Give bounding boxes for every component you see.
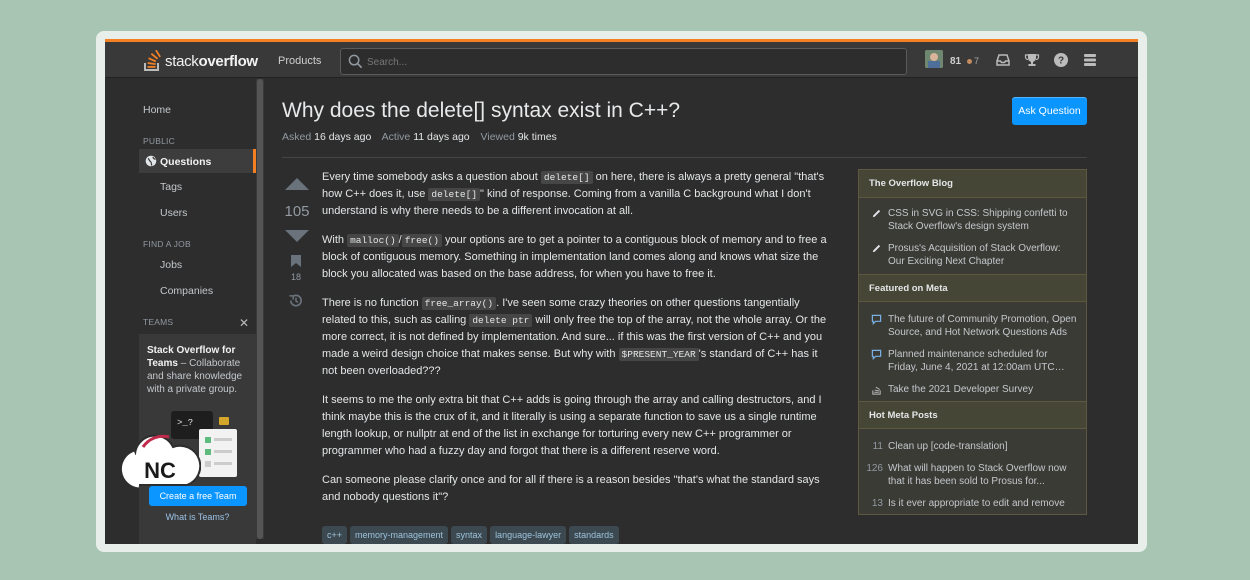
- upvote-arrow-icon[interactable]: [285, 178, 309, 190]
- question-tags: c++ memory-management syntax language-la…: [322, 526, 619, 544]
- what-is-teams-link[interactable]: What is Teams?: [139, 512, 256, 522]
- bronze-badge-icon: [967, 59, 972, 64]
- asked-label: Asked: [282, 131, 312, 143]
- stackoverflow-logo-icon: [144, 50, 161, 71]
- meta-item[interactable]: The future of Community Promotion, Open …: [859, 313, 1086, 339]
- logo-text: stackoverflow: [165, 52, 258, 70]
- meta-widget-title: Featured on Meta: [859, 274, 1086, 302]
- top-bar: stackoverflow Products 81 7: [105, 42, 1138, 78]
- sidebar-scrollbar[interactable]: [256, 79, 264, 539]
- globe-icon: [145, 155, 157, 167]
- nav-jobs[interactable]: Jobs: [160, 259, 182, 271]
- hot-meta-item[interactable]: 126 What will happen to Stack Overflow n…: [859, 462, 1086, 488]
- inline-code: delete[]: [540, 171, 593, 184]
- meta-item[interactable]: Planned maintenance scheduled for Friday…: [859, 348, 1086, 374]
- nav-home[interactable]: Home: [143, 104, 171, 116]
- blog-item[interactable]: CSS in SVG in CSS: Shipping confetti to …: [859, 207, 1086, 233]
- hot-meta-widget-title: Hot Meta Posts: [859, 401, 1086, 429]
- tag-language-lawyer[interactable]: language-lawyer: [490, 526, 567, 544]
- search-box[interactable]: [340, 48, 907, 75]
- svg-text:?: ?: [1058, 56, 1064, 67]
- help-icon[interactable]: ?: [1053, 52, 1069, 68]
- answer-count: 11: [872, 441, 883, 452]
- viewed-value: 9k times: [517, 131, 557, 143]
- nav-section-public: PUBLIC: [143, 136, 175, 146]
- nav-section-teams: TEAMS: [143, 317, 174, 327]
- blog-list: CSS in SVG in CSS: Shipping confetti to …: [859, 198, 1086, 274]
- achievements-icon[interactable]: [1024, 52, 1040, 68]
- tag-memory-management[interactable]: memory-management: [350, 526, 449, 544]
- inline-code: $PRESENT_YEAR: [618, 348, 699, 361]
- answer-count: 13: [871, 498, 883, 509]
- viewed-label: Viewed: [480, 131, 515, 143]
- speech-bubble-icon: [871, 314, 882, 325]
- pencil-icon: [872, 244, 881, 253]
- pencil-icon: [872, 209, 881, 218]
- nav-users[interactable]: Users: [160, 207, 187, 219]
- downvote-arrow-icon[interactable]: [285, 230, 309, 242]
- teams-close-icon[interactable]: ✕: [239, 316, 249, 330]
- title-divider: [282, 157, 1087, 158]
- inline-code: free(): [401, 234, 442, 247]
- stackoverflow-logo[interactable]: stackoverflow: [143, 49, 258, 73]
- question-meta: Asked 16 days ago Active 11 days ago Vie…: [282, 131, 565, 143]
- avatar-image: [925, 50, 943, 68]
- svg-text:>_?: >_?: [177, 418, 193, 428]
- active-value[interactable]: 11 days ago: [413, 131, 469, 143]
- search-icon: [348, 54, 363, 69]
- inline-code: delete[]: [428, 188, 481, 201]
- speech-bubble-icon: [871, 349, 882, 360]
- blog-item[interactable]: Prosus's Acquisition of Stack Overflow: …: [859, 242, 1086, 268]
- question-paragraph-5: Can someone please clarify once and for …: [322, 474, 820, 503]
- user-avatar[interactable]: [925, 50, 943, 68]
- inline-code: malloc(): [347, 234, 399, 247]
- bookmark-count: 18: [290, 272, 301, 282]
- browser-viewport: stackoverflow Products 81 7: [105, 39, 1138, 544]
- bookmark-icon[interactable]: [291, 255, 301, 267]
- blog-widget-title: The Overflow Blog: [859, 170, 1086, 198]
- hot-meta-item[interactable]: 11 Clean up [code-translation]: [859, 440, 1086, 453]
- nav-tags[interactable]: Tags: [160, 181, 182, 193]
- asked-value: 16 days ago: [314, 131, 372, 143]
- bronze-badge-count: 7: [974, 56, 980, 66]
- reputation-count: 81: [950, 56, 962, 67]
- hot-meta-list: 11 Clean up [code-translation] 126 What …: [859, 429, 1086, 514]
- ask-question-button[interactable]: Ask Question: [1012, 97, 1087, 125]
- question-paragraph-2: With malloc() / free() your options are to…: [322, 234, 827, 280]
- question-body: Every time somebody asks a question abou…: [322, 169, 830, 518]
- question-title[interactable]: Why does the delete[] syntax exist in C+…: [282, 99, 680, 123]
- sidebar-widget: The Overflow Blog CSS in SVG in CSS: Shi…: [858, 169, 1087, 515]
- history-icon[interactable]: [288, 293, 303, 308]
- tag-cpp[interactable]: c++: [322, 526, 348, 544]
- hot-meta-item[interactable]: 13 Is it ever appropriate to edit and re…: [859, 497, 1086, 510]
- tag-syntax[interactable]: syntax: [451, 526, 488, 544]
- meta-item[interactable]: Take the 2021 Developer Survey: [859, 383, 1086, 396]
- active-label: Active: [381, 131, 411, 143]
- inbox-icon[interactable]: [995, 52, 1011, 68]
- search-input[interactable]: [367, 53, 887, 71]
- nav-section-find-a-job: FIND A JOB: [143, 239, 191, 249]
- vote-count: 105: [284, 203, 310, 220]
- answer-count: 126: [866, 463, 883, 474]
- sidebar-scrollbar-thumb[interactable]: [257, 79, 263, 539]
- question-paragraph-4: It seems to me the only extra bit that C…: [322, 394, 822, 457]
- tag-standards[interactable]: standards: [569, 526, 619, 544]
- inline-code: delete ptr: [469, 314, 533, 327]
- nc-badge-text: NC: [144, 458, 176, 483]
- stack-logo-icon: [872, 386, 881, 395]
- meta-list: The future of Community Promotion, Open …: [859, 302, 1086, 401]
- question-paragraph-3: There is no function free_array(). I've …: [322, 297, 827, 377]
- site-switcher-icon[interactable]: [1082, 52, 1098, 68]
- nav-companies[interactable]: Companies: [160, 285, 213, 297]
- nc-cloud-logo: NC: [121, 434, 201, 488]
- nav-questions[interactable]: Questions: [160, 156, 211, 168]
- inline-code: free_array(): [421, 297, 497, 310]
- products-menu[interactable]: Products: [278, 55, 321, 67]
- question-paragraph-1: Every time somebody asks a question abou…: [322, 171, 825, 217]
- teams-promo-text: Stack Overflow for Teams – Collaborate a…: [147, 345, 243, 395]
